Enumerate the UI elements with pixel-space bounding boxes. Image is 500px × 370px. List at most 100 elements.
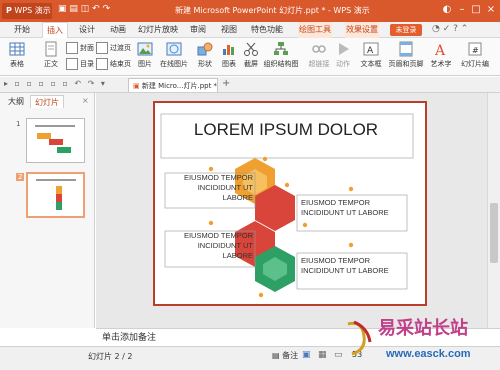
slide-canvas-area: LOREM IPSUM DOLOR EIUSMOD TEMPOR INCIDID…	[96, 93, 487, 328]
login-button[interactable]: 未登录	[390, 24, 422, 36]
slide-number-button[interactable]: # 幻灯片编	[456, 41, 494, 69]
sorter-view-icon[interactable]: ▦	[318, 350, 327, 360]
diagram-text-1[interactable]: EIUSMOD TEMPOR INCIDIDUNT UT LABORE	[167, 173, 253, 203]
menu-bar: 开始 插入 设计 动画 幻灯片放映 审阅 视图 特色功能 绘图工具 效果设置 未…	[0, 22, 500, 38]
slide-count: 幻灯片 2 / 2	[88, 352, 133, 361]
tab-slides[interactable]: 幻灯片	[30, 95, 64, 108]
slide-thumbnail-1[interactable]	[26, 118, 85, 163]
cover-button[interactable]: 封面	[66, 42, 94, 54]
table-button[interactable]: 表格	[4, 41, 30, 69]
notes-label: 备注	[282, 351, 299, 360]
menu-features[interactable]: 特色功能	[250, 22, 284, 38]
scissors-icon	[244, 42, 258, 56]
transition-icon	[96, 42, 108, 54]
chart-icon	[223, 45, 234, 55]
menu-effects[interactable]: 效果设置	[345, 22, 379, 38]
vertical-scrollbar[interactable]	[487, 93, 500, 328]
ending-page-button[interactable]: 结束页	[96, 58, 131, 70]
handle	[348, 186, 354, 192]
header-footer-label: 页眉和页脚	[388, 60, 424, 68]
svg-text:#: #	[472, 46, 479, 55]
slide-number-label: 幻灯片编	[461, 60, 489, 68]
skin-icon[interactable]: ◐	[440, 3, 454, 17]
close-button[interactable]: ×	[484, 3, 498, 17]
ribbon-toolbar: 表格 正文 封面 目录 过渡页 结束页 图片 在线图片 形状 图表 截屏 组织结…	[0, 38, 500, 76]
document-tab-label: 新建 Micro...灯片.ppt *	[141, 82, 218, 90]
menu-extra-icons[interactable]: ◔ ✓ ? ⌃	[432, 24, 468, 34]
app-logo-icon: P	[6, 6, 12, 15]
diagram-text-2[interactable]: EIUSMOD TEMPOR INCIDIDUNT UT LABORE	[301, 198, 405, 218]
watermark: 易采站长站 www.easck.com	[338, 314, 500, 370]
close-panel-icon[interactable]: ×	[82, 96, 89, 105]
menu-review[interactable]: 审阅	[186, 22, 210, 38]
screenshot-button[interactable]: 截屏	[238, 41, 264, 69]
menu-view[interactable]: 视图	[217, 22, 241, 38]
menu-insert[interactable]: 插入	[42, 22, 68, 38]
handle	[262, 156, 268, 162]
transition-page-button[interactable]: 过渡页	[96, 42, 131, 54]
slide-thumbnail-2[interactable]	[26, 172, 85, 218]
handle	[284, 182, 290, 188]
menu-animation[interactable]: 动画	[106, 22, 130, 38]
normal-view-icon[interactable]: ▣	[302, 350, 311, 360]
online-picture-label: 在线图片	[160, 60, 188, 68]
org-chart-label: 组织结构图	[263, 60, 299, 68]
hyperlink-button[interactable]: 超链接	[306, 41, 332, 69]
action-icon	[339, 43, 349, 55]
transition-label: 过渡页	[110, 44, 131, 52]
org-chart-button[interactable]: 组织结构图	[262, 41, 300, 69]
slide-number-2: 2	[16, 173, 25, 181]
toc-label: 目录	[80, 60, 94, 68]
picture-button[interactable]: 图片	[132, 41, 158, 69]
tab-outline[interactable]: 大纲	[4, 95, 28, 108]
title-bar: P WPS 演示 ▾ ▣ ▤ ◫ ↶ ↷ 新建 Microsoft PowerP…	[0, 0, 500, 31]
shapes-label: 形状	[198, 60, 212, 68]
link-icon	[312, 45, 326, 53]
toc-button[interactable]: 目录	[66, 58, 94, 70]
maximize-button[interactable]: □	[469, 3, 483, 17]
wordart-label: 艺术字	[430, 60, 452, 68]
textbox-button[interactable]: A 文本框	[358, 41, 384, 69]
wordart-button[interactable]: A 艺术字	[428, 41, 454, 69]
shapes-button[interactable]: 形状	[192, 41, 218, 69]
menu-home[interactable]: 开始	[10, 22, 34, 38]
handle	[348, 242, 354, 248]
slide-2[interactable]: LOREM IPSUM DOLOR EIUSMOD TEMPOR INCIDID…	[153, 101, 427, 306]
action-label: 动作	[336, 60, 350, 68]
watermark-text: 易采站长站	[378, 318, 468, 339]
watermark-url: www.easck.com	[386, 348, 471, 360]
table-icon	[9, 42, 25, 56]
menu-drawing-tools[interactable]: 绘图工具	[298, 22, 332, 38]
table-label: 表格	[10, 60, 24, 68]
ending-icon	[96, 58, 108, 70]
quick-access-icons[interactable]: ▸ ▫ ▫ ▫ ▫ ▫ ↶ ↷ ▾	[4, 79, 107, 88]
window-title: 新建 Microsoft PowerPoint 幻灯片.ppt * - WPS …	[175, 6, 370, 15]
diagram-text-3[interactable]: EIUSMOD TEMPOR INCIDIDUNT UT LABORE	[167, 231, 253, 261]
online-picture-button[interactable]: 在线图片	[158, 41, 190, 69]
online-picture-icon	[166, 42, 182, 56]
new-tab-button[interactable]: +	[222, 78, 230, 89]
quick-access-bar: ▸ ▫ ▫ ▫ ▫ ▫ ↶ ↷ ▾ ▣ 新建 Micro...灯片.ppt * …	[0, 77, 500, 93]
svg-text:A: A	[434, 43, 446, 57]
notes-toggle[interactable]: ▤ 备注	[272, 350, 298, 361]
menu-slideshow[interactable]: 幻灯片放映	[137, 22, 179, 38]
document-tab[interactable]: ▣ 新建 Micro...灯片.ppt *	[128, 78, 218, 92]
svg-text:A: A	[367, 46, 374, 56]
hyperlink-label: 超链接	[308, 60, 330, 68]
action-button[interactable]: 动作	[330, 41, 356, 69]
header-footer-icon	[399, 41, 413, 57]
textbox-icon: A	[363, 42, 379, 56]
app-menu-button[interactable]: P WPS 演示 ▾	[2, 3, 52, 31]
picture-label: 图片	[138, 60, 152, 68]
header-footer-button[interactable]: 页眉和页脚	[388, 41, 424, 69]
text-page-button[interactable]: 正文	[38, 41, 64, 69]
handle	[302, 222, 308, 228]
ppt-file-icon: ▣	[133, 82, 140, 90]
slide-title[interactable]: LOREM IPSUM DOLOR	[155, 120, 417, 140]
diagram-text-4[interactable]: EIUSMOD TEMPOR INCIDIDUNT UT LABORE	[301, 256, 405, 276]
scrollbar-thumb[interactable]	[490, 203, 498, 263]
menu-design[interactable]: 设计	[75, 22, 99, 38]
slide-number-1: 1	[16, 120, 21, 128]
toc-icon	[66, 58, 78, 70]
minimize-button[interactable]: –	[455, 3, 469, 17]
